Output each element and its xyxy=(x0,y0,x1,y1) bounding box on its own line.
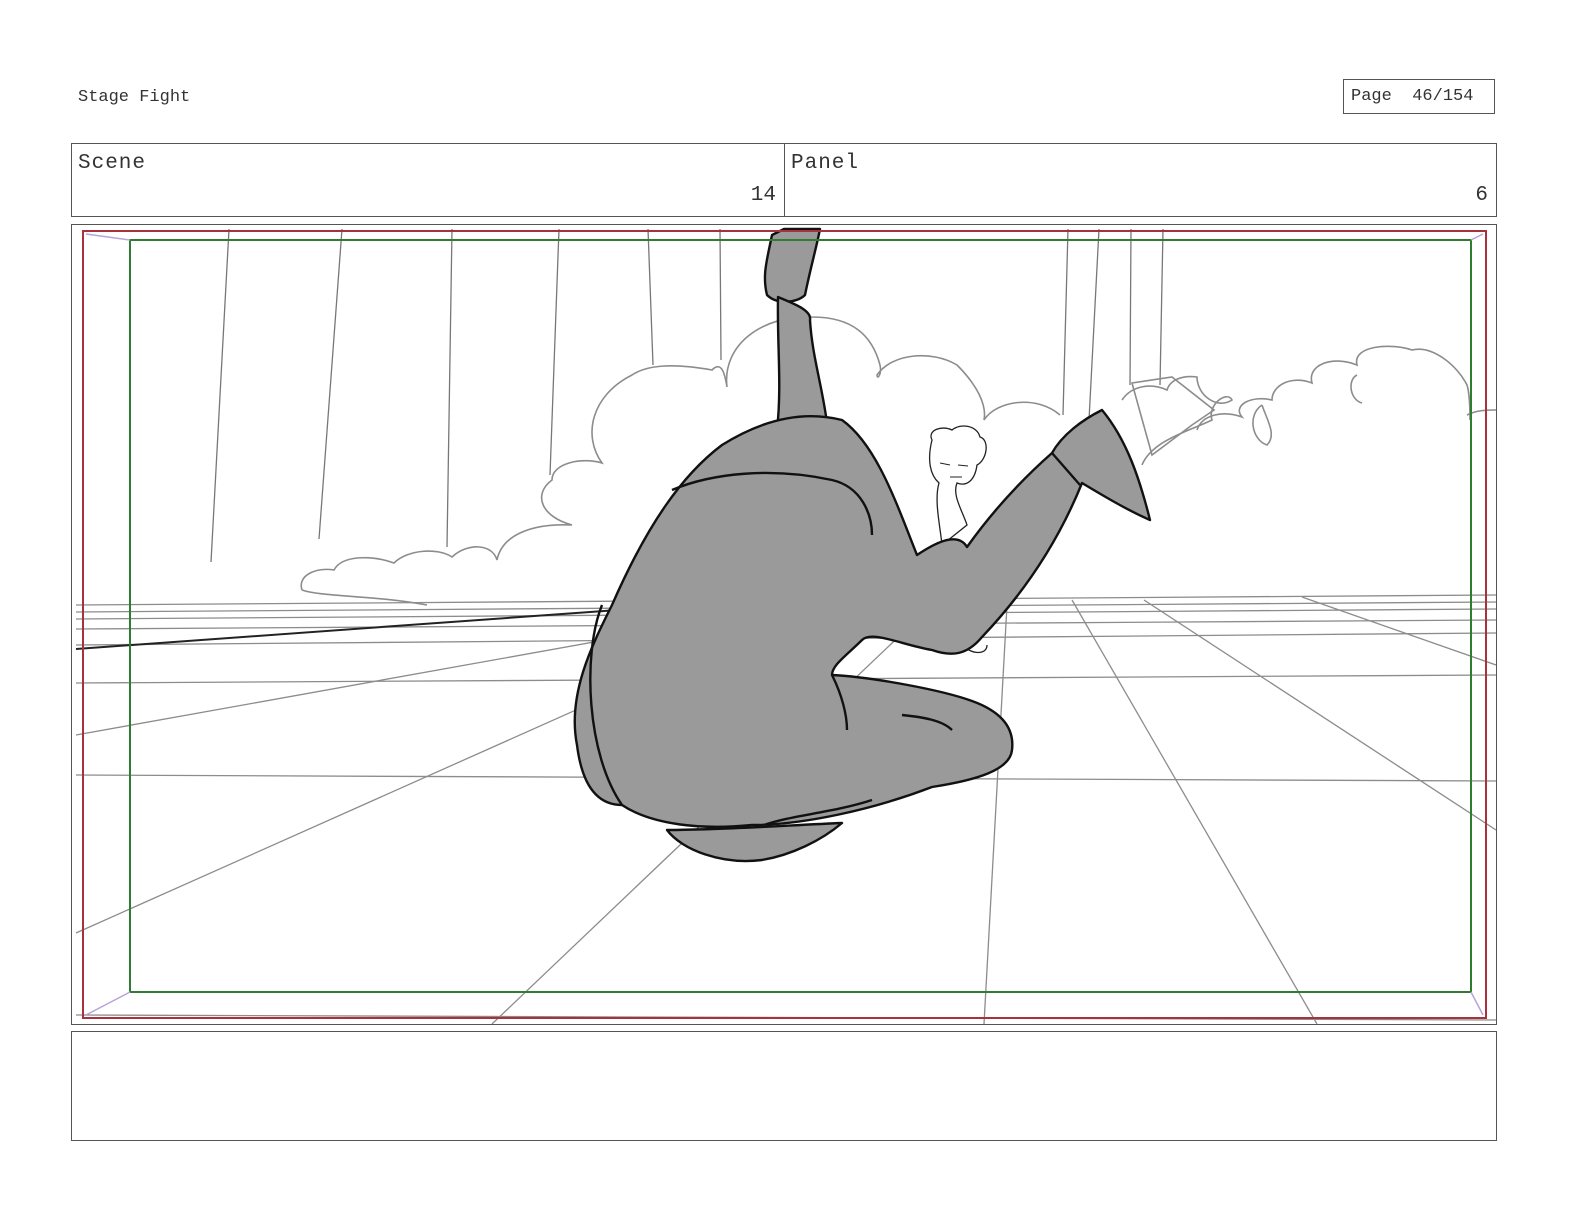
main-figure xyxy=(573,227,1152,863)
scene-number: 14 xyxy=(750,184,776,207)
scene-cell: Scene 14 xyxy=(72,144,785,216)
panel-number: 6 xyxy=(1475,184,1488,207)
panel-label: Panel xyxy=(791,152,860,175)
storyboard-drawing xyxy=(75,227,1496,1024)
notes-box xyxy=(71,1031,1497,1141)
page-indicator: Page 46/154 xyxy=(1343,79,1495,114)
page-label: Page xyxy=(1351,87,1392,106)
scene-panel-header: Scene 14 Panel 6 xyxy=(71,143,1497,217)
panel-cell: Panel 6 xyxy=(785,144,1496,216)
project-title: Stage Fight xyxy=(78,88,191,107)
storyboard-frame xyxy=(71,224,1497,1025)
scene-label: Scene xyxy=(78,152,147,175)
page-number: 46/154 xyxy=(1412,87,1474,106)
